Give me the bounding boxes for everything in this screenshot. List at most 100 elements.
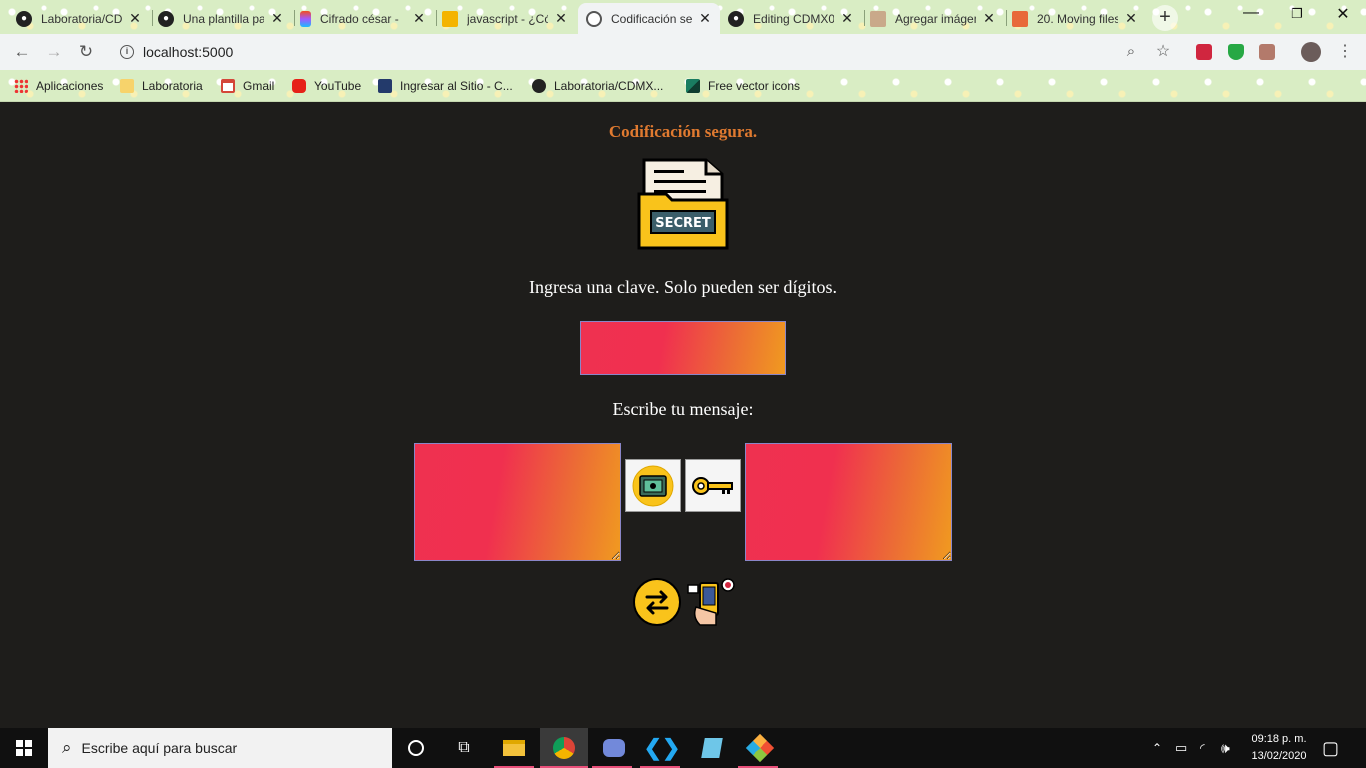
key-prompt-label: Ingresa una clave. Solo pueden ser dígit… (529, 277, 837, 297)
taskbar-clock[interactable]: 09:18 p. m. 13/02/2020 (1244, 731, 1314, 765)
reset-button[interactable] (632, 577, 682, 627)
close-icon[interactable]: ✕ (270, 10, 284, 27)
bookmark-aplicaciones[interactable]: Aplicaciones (14, 77, 103, 95)
message-prompt-label: Escribe tu mensaje: (612, 399, 754, 419)
share-button[interactable] (686, 577, 738, 627)
tab-laboratoria[interactable]: ● Laboratoria/CDMX ✕ (8, 3, 150, 34)
bookmark-free-vector-icons[interactable]: Free vector icons (686, 77, 800, 95)
new-tab-button[interactable]: + (1152, 5, 1178, 31)
close-icon[interactable]: ✕ (128, 10, 142, 27)
bookmark-star-icon[interactable]: ☆ (1151, 40, 1175, 64)
show-hidden-icons[interactable]: ⌃ (1152, 728, 1162, 768)
close-icon[interactable]: ✕ (412, 10, 426, 27)
cortana-button[interactable] (402, 734, 430, 762)
tab-title: javascript - ¿Cómo (467, 11, 548, 26)
pdf-extension-icon[interactable] (1259, 44, 1275, 60)
windows-icon (16, 740, 32, 756)
notifications-icon[interactable]: ▢ (1322, 728, 1339, 768)
stackoverflow-icon (442, 10, 458, 27)
battery-icon[interactable]: ▭ (1175, 728, 1187, 768)
chrome-taskbar-button[interactable] (550, 734, 578, 762)
encode-button[interactable] (625, 459, 681, 512)
apps-grid-icon (14, 79, 28, 93)
key-icon (692, 476, 733, 495)
discord-taskbar-button[interactable] (600, 734, 628, 762)
browser-toolbar: ← → ↻ i localhost:5000 ⌕ ☆ ⋮ (0, 34, 1366, 70)
back-button[interactable]: ← (10, 40, 34, 64)
tab-codificacion[interactable]: Codificación segura ✕ (578, 3, 720, 34)
notepad-icon (701, 738, 723, 758)
message-input[interactable] (414, 443, 621, 561)
forward-button[interactable]: → (42, 40, 66, 64)
notepad-taskbar-button[interactable] (698, 734, 726, 762)
tab-javascript[interactable]: javascript - ¿Cómo ✕ (434, 3, 576, 34)
flaticon-icon (686, 79, 700, 93)
tab-title: Codificación segura (611, 11, 692, 26)
bookmarks-bar: Aplicaciones Laboratoria Gmail YouTube I… (0, 70, 1366, 102)
tab-title: Laboratoria/CDMX (41, 11, 122, 26)
secret-folder-icon: SECRET (637, 158, 729, 250)
wifi-icon[interactable]: ◜ (1200, 728, 1205, 768)
folder-icon (503, 740, 525, 756)
close-icon[interactable]: ✕ (840, 10, 854, 27)
folder-icon (120, 79, 134, 93)
tab-agregar[interactable]: Agregar imágenes ✕ (862, 3, 1004, 34)
tab-title: Cifrado césar - (320, 11, 399, 26)
git-icon (1012, 10, 1028, 27)
reload-button[interactable]: ↻ (74, 40, 98, 64)
globe-icon (586, 10, 602, 27)
close-icon[interactable]: ✕ (982, 10, 996, 27)
volume-icon[interactable]: 🕪 (1221, 728, 1230, 768)
safe-icon (632, 465, 674, 506)
tab-title: Agregar imágenes (895, 11, 976, 26)
tab-cifrado[interactable]: Cifrado césar - ✕ (292, 3, 434, 34)
close-window-button[interactable]: ✕ (1328, 4, 1358, 24)
git-kraken-taskbar-button[interactable] (745, 733, 775, 763)
info-icon[interactable]: i (120, 45, 134, 59)
close-icon[interactable]: ✕ (1124, 10, 1138, 27)
menu-icon[interactable]: ⋮ (1333, 40, 1357, 64)
minimize-button[interactable]: — (1236, 4, 1266, 22)
taskbar-search[interactable]: ⌕ Escribe aquí para buscar (48, 728, 392, 768)
avatar-icon (870, 10, 886, 27)
tab-strip: ● Laboratoria/CDMX ✕ ● Una plantilla par… (0, 0, 1366, 34)
tab-title: Editing CDMX0 (753, 11, 834, 26)
task-view-button[interactable]: ⧉ (450, 734, 478, 762)
figma-icon (300, 10, 311, 27)
start-button[interactable] (0, 728, 48, 768)
extension-icon[interactable] (1196, 44, 1212, 60)
chrome-icon (553, 737, 575, 759)
close-icon[interactable]: ✕ (698, 10, 712, 27)
search-placeholder: Escribe aquí para buscar (81, 740, 238, 756)
tab-editing[interactable]: ● Editing CDMX0 ✕ (720, 3, 862, 34)
page-title: Codificación segura. (608, 122, 758, 141)
url-text: localhost:5000 (143, 44, 234, 60)
decode-button[interactable] (685, 459, 741, 512)
task-view-icon: ⧉ (458, 739, 470, 756)
bookmark-ingresar[interactable]: Ingresar al Sitio - C... (378, 77, 513, 95)
address-bar[interactable]: i localhost:5000 (110, 38, 1182, 66)
circle-icon (408, 740, 424, 756)
bookmark-laboratoria[interactable]: Laboratoria (120, 77, 203, 95)
discord-icon (603, 739, 625, 757)
shield-extension-icon[interactable] (1228, 44, 1244, 60)
profile-avatar[interactable] (1301, 42, 1321, 62)
youtube-icon (292, 79, 306, 93)
file-explorer-button[interactable] (500, 734, 528, 762)
zoom-icon[interactable]: ⌕ (1119, 40, 1143, 64)
key-input[interactable] (580, 321, 786, 375)
bookmark-youtube[interactable]: YouTube (292, 77, 361, 95)
github-icon: ● (728, 10, 744, 27)
bookmark-laboratoria-cdmx[interactable]: Laboratoria/CDMX... (532, 77, 663, 95)
gmail-icon (221, 79, 235, 93)
restore-button[interactable]: ❐ (1282, 6, 1312, 22)
vscode-taskbar-button[interactable]: ❮❯ (644, 734, 681, 762)
tab-title: Una plantilla para (183, 11, 264, 26)
bookmark-gmail[interactable]: Gmail (221, 77, 274, 95)
close-icon[interactable]: ✕ (554, 10, 568, 27)
tab-plantilla[interactable]: ● Una plantilla para ✕ (150, 3, 292, 34)
tab-moving[interactable]: 20. Moving files ✕ (1004, 3, 1146, 34)
result-output[interactable] (745, 443, 952, 561)
secret-badge-text: SECRET (655, 216, 711, 231)
search-icon: ⌕ (62, 738, 72, 757)
